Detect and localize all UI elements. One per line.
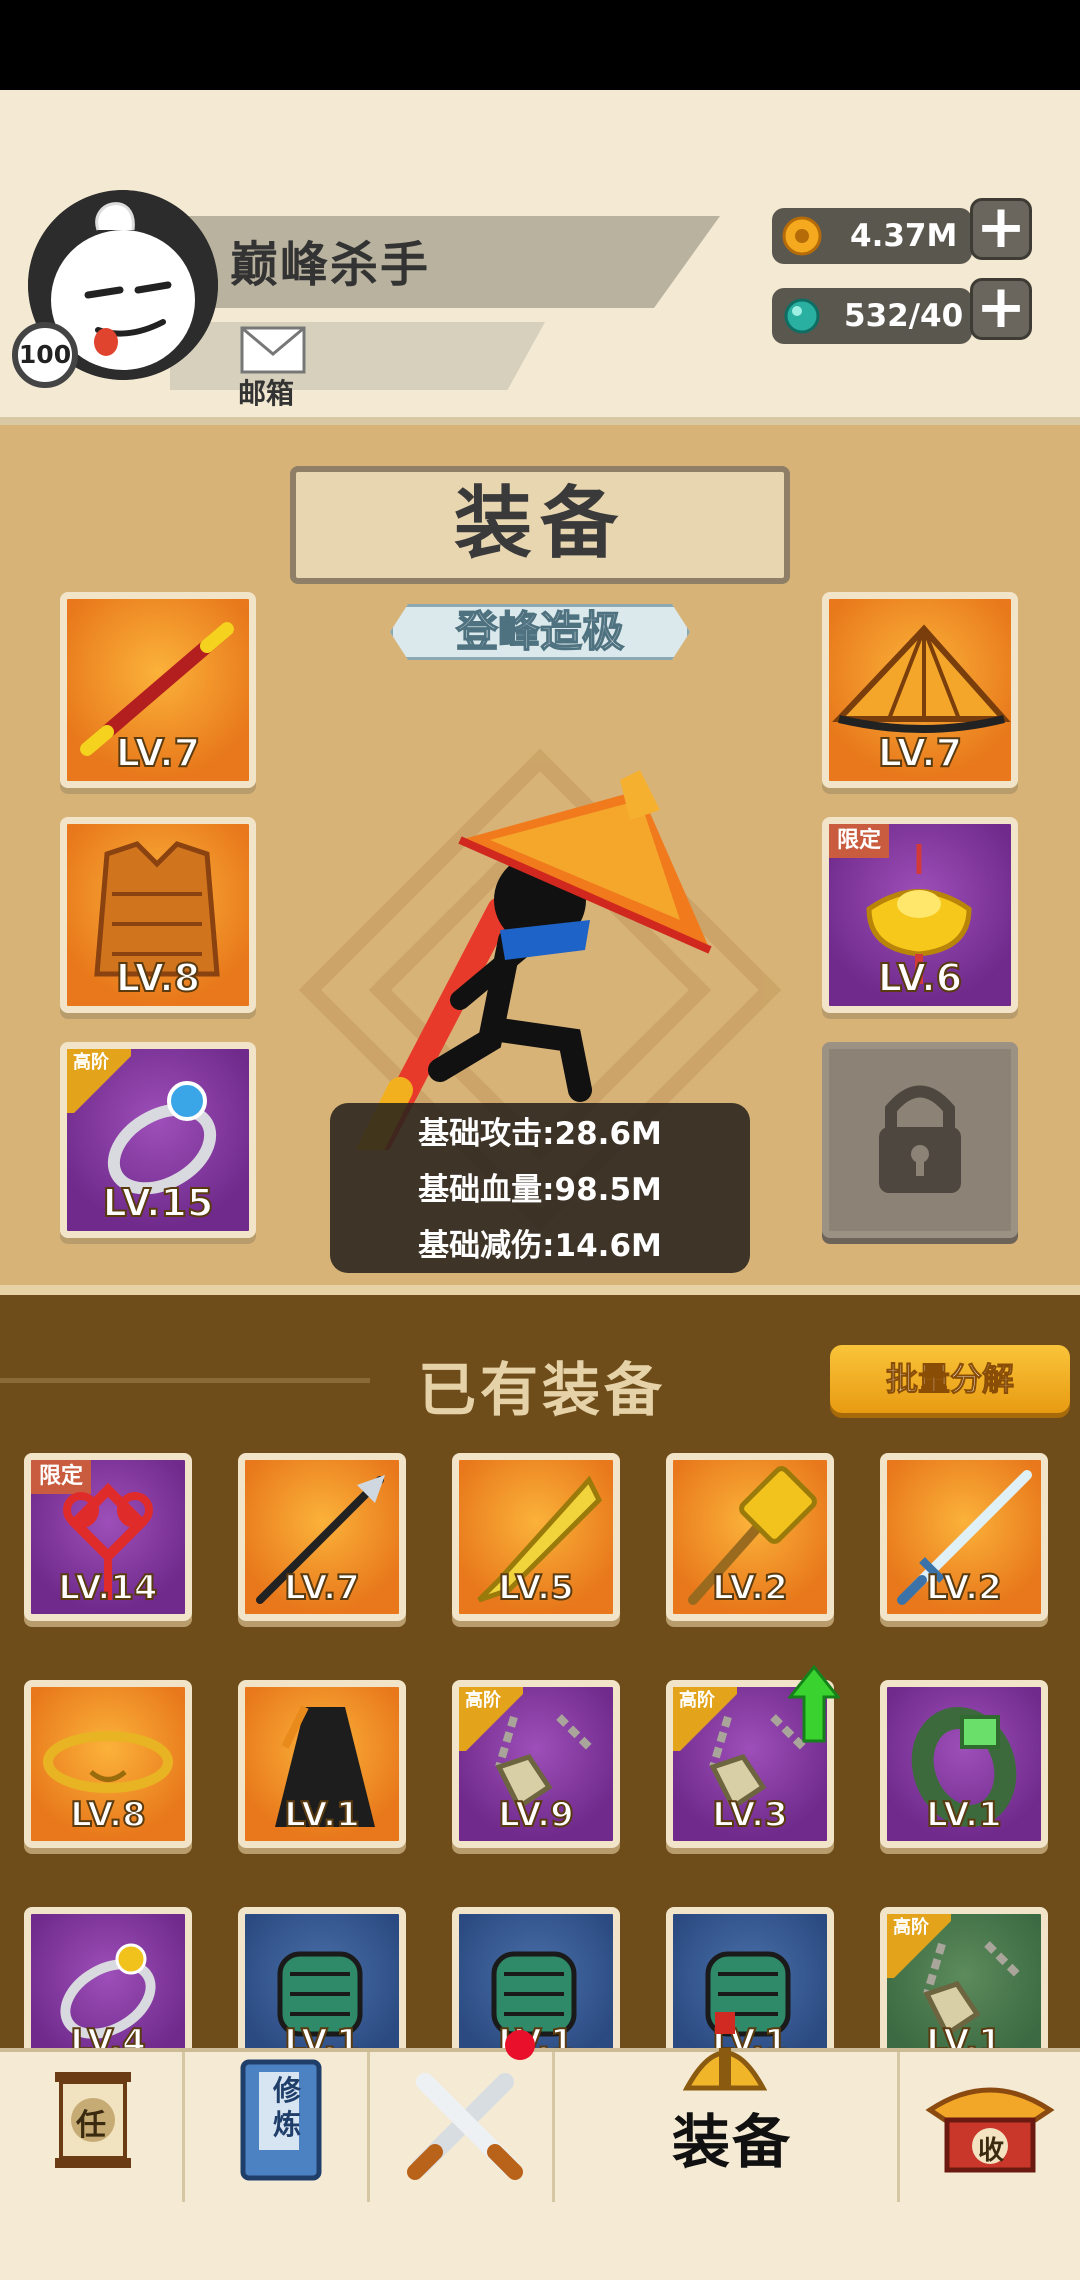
player-character: [357, 770, 712, 1150]
item-level: LV.3: [711, 1794, 789, 1836]
gold-counter: 4.37M: [772, 208, 972, 264]
notification-dot: [505, 2030, 535, 2060]
status-bar: [0, 0, 1080, 90]
gold-value: 4.37M: [850, 218, 958, 254]
item-level: LV.2: [925, 1567, 1003, 1609]
player-level-badge: 100: [12, 322, 78, 388]
inventory-item[interactable]: LV.1: [238, 1680, 406, 1848]
player-name: 巅峰杀手: [230, 237, 431, 293]
item-level: LV.1: [283, 1794, 361, 1836]
cultivate-glyph: 修炼: [273, 2074, 302, 2141]
slot-weapon[interactable]: LV.7: [60, 592, 256, 788]
base-hp: 基础血量:98.5M: [418, 1172, 662, 1208]
batch-decompose-button[interactable]: 批量分解: [830, 1345, 1070, 1413]
gold-coin-icon: [782, 216, 822, 256]
crossed-swords-icon: [407, 2073, 523, 2180]
slot-ring[interactable]: 高阶 LV.15: [60, 1042, 256, 1238]
add-gold-button[interactable]: +: [970, 197, 1032, 260]
upgrade-arrow-icon: [788, 1665, 840, 1743]
rank-label: 登峰造极: [390, 604, 690, 660]
inventory-item[interactable]: LV.1: [880, 1680, 1048, 1848]
mail-icon[interactable]: [240, 326, 306, 374]
mail-label: 邮箱: [238, 377, 295, 410]
item-level: LV.7: [283, 1567, 361, 1609]
slot-hat[interactable]: LV.7: [822, 592, 1018, 788]
equipment-title: 装备: [290, 466, 790, 584]
slot-level: LV.7: [115, 730, 201, 776]
gem-counter: 532/40: [772, 288, 972, 344]
inventory-item[interactable]: 限定 LV.14: [24, 1453, 192, 1621]
equipment-tab-label: 装备: [672, 2108, 793, 2176]
item-level: LV.9: [497, 1794, 575, 1836]
jade-gem-icon: [784, 298, 820, 334]
slot-level: LV.6: [877, 955, 963, 1001]
gem-value: 532/40: [844, 298, 964, 334]
slot-locked[interactable]: [822, 1042, 1018, 1238]
nav-tab-collect[interactable]: 收: [900, 2052, 1080, 2202]
inventory-item[interactable]: LV.7: [238, 1453, 406, 1621]
inventory-item[interactable]: LV.8: [24, 1680, 192, 1848]
inventory-item[interactable]: LV.5: [452, 1453, 620, 1621]
slot-level: LV.8: [115, 955, 201, 1001]
divider: [0, 1378, 370, 1383]
mission-glyph: 任: [76, 2108, 106, 2143]
item-level: LV.1: [925, 1794, 1003, 1836]
collect-glyph: 收: [978, 2136, 1005, 2166]
base-damage-reduction: 基础减伤:14.6M: [418, 1228, 662, 1264]
nav-tab-cultivate[interactable]: 修炼: [185, 2052, 370, 2202]
nav-tab-mission[interactable]: 任: [0, 2052, 185, 2202]
base-attack: 基础攻击:28.6M: [418, 1116, 662, 1152]
padlock-icon: [879, 1085, 961, 1193]
inventory-item[interactable]: LV.2: [880, 1453, 1048, 1621]
item-level: LV.8: [69, 1794, 147, 1836]
slot-level: LV.15: [102, 1180, 215, 1226]
inventory-item[interactable]: 高阶 LV.9: [452, 1680, 620, 1848]
add-gems-button[interactable]: +: [970, 277, 1032, 340]
mail-banner: [170, 322, 545, 390]
nav-tab-battle[interactable]: [370, 2052, 555, 2202]
item-level: LV.2: [711, 1567, 789, 1609]
slot-level: LV.7: [877, 730, 963, 776]
base-stats-panel: 基础攻击:28.6M 基础血量:98.5M 基础减伤:14.6M: [330, 1103, 750, 1273]
slot-armor[interactable]: LV.8: [60, 817, 256, 1013]
item-level: LV.14: [57, 1567, 158, 1609]
inventory-title: 已有装备: [418, 1356, 667, 1424]
item-level: LV.5: [497, 1567, 575, 1609]
inventory-item[interactable]: LV.2: [666, 1453, 834, 1621]
slot-charm[interactable]: 限定 LV.6: [822, 817, 1018, 1013]
helmet-icon: [682, 2012, 768, 2091]
